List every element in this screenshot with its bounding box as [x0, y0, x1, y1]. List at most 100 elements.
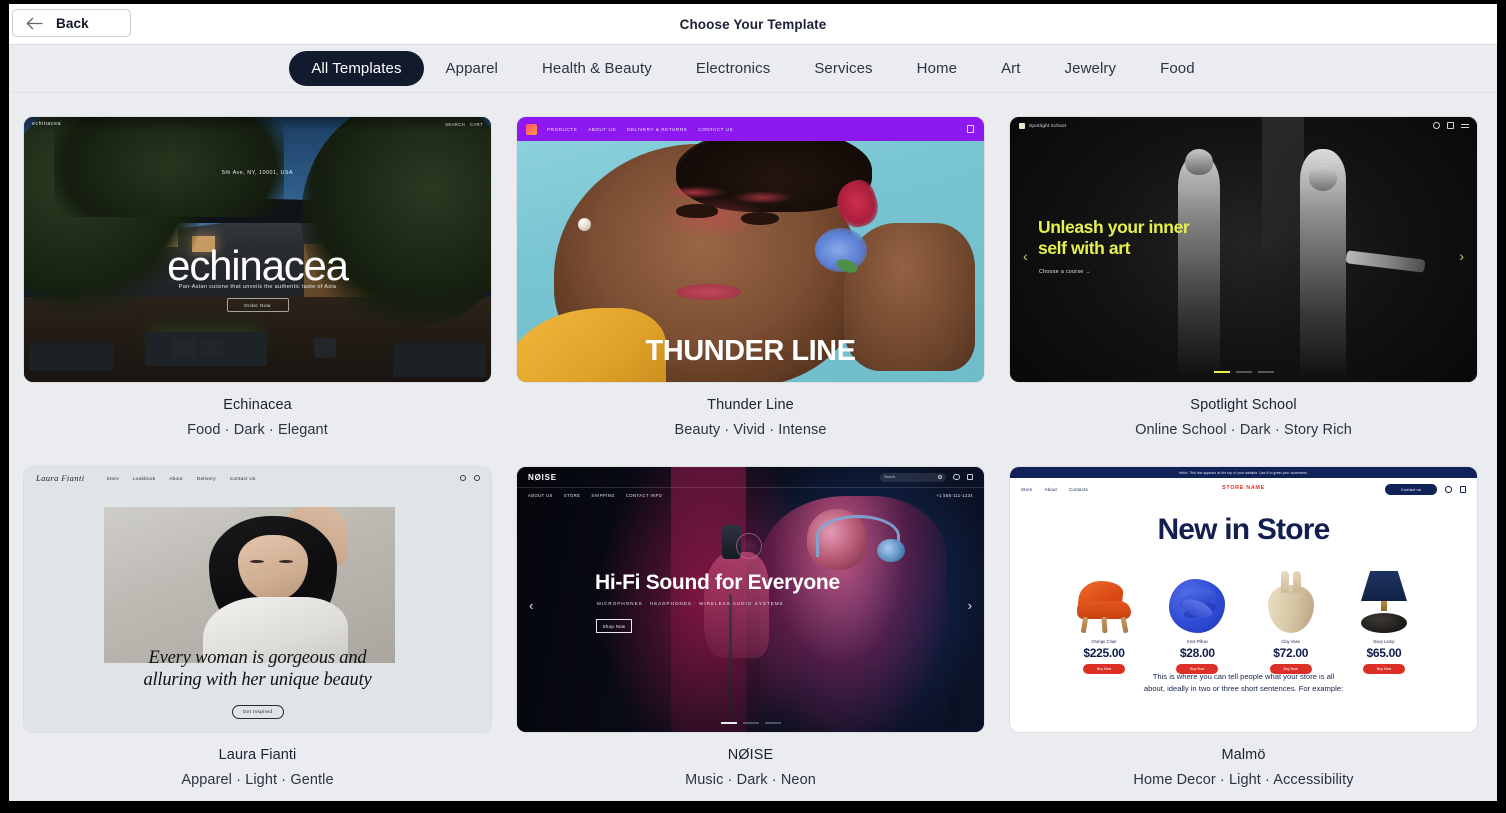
preview-nav-shipping: SHIPPING: [591, 493, 615, 498]
template-preview-malmo[interactable]: Hello! This line appears at the top of y…: [1010, 467, 1477, 732]
preview-search-field: Search: [880, 472, 946, 482]
preview-logo: Spotlight school: [1019, 122, 1067, 129]
carousel-prev-icon: ‹: [1023, 248, 1028, 264]
preview-navbar: Spotlight school: [1010, 117, 1477, 134]
preview-product-card: Navy Lamp $65.00 Buy Now: [1344, 563, 1424, 674]
preview-product-card: Clay Vase $72.00 Buy Now: [1251, 563, 1331, 674]
tab-art[interactable]: Art: [979, 53, 1042, 84]
preview-dancer-head: [1308, 164, 1337, 192]
account-icon: [1433, 122, 1440, 129]
hamburger-menu-icon: [1461, 123, 1469, 128]
preview-logo: Laura Fianti: [36, 473, 85, 483]
carousel-dot: [720, 722, 737, 724]
template-name: Echinacea: [223, 397, 292, 413]
shopping-bag-icon: [966, 473, 973, 481]
preview-cta-button: Shop Now: [596, 619, 632, 633]
tab-health-beauty[interactable]: Health & Beauty: [520, 53, 674, 84]
preview-nav-actions: Contact us: [1385, 484, 1466, 495]
preview-nav-search: SEARCH: [445, 121, 466, 127]
preview-product-name: Clay Vase: [1281, 639, 1301, 644]
template-card-malmo[interactable]: Hello! This line appears at the top of y…: [1010, 467, 1477, 788]
template-card-spotlight-school[interactable]: Spotlight school Unleash your inner self…: [1010, 117, 1477, 438]
account-icon: [953, 473, 960, 481]
preview-navbar: Laura Fianti Store Lookbook About Delive…: [24, 467, 491, 489]
preview-brand-icon: [526, 123, 537, 135]
preview-mic-stand: [729, 594, 732, 717]
preview-navbar: NØISE Search: [517, 467, 984, 487]
preview-product-name: Orange Chair: [1091, 639, 1117, 644]
preview-quote-line-1: Every woman is gorgeous and: [148, 648, 367, 668]
template-grid[interactable]: echinacea SEARCH CART 5th Ave, NY, 10001…: [9, 93, 1497, 801]
template-card-echinacea[interactable]: echinacea SEARCH CART 5th Ave, NY, 10001…: [24, 117, 491, 438]
template-card-noise[interactable]: NØISE Search ABOUT US STORE SHIPPING CON…: [517, 467, 984, 788]
preview-planter: [28, 342, 113, 372]
shopping-bag-icon: [1459, 486, 1466, 493]
carousel-dot: [1213, 371, 1230, 373]
preview-headphone-cup: [876, 538, 905, 563]
preview-eye: [675, 204, 718, 218]
tab-jewelry[interactable]: Jewelry: [1043, 53, 1139, 84]
preview-nav-links: ABOUT US STORE SHIPPING CONTACT INFO: [528, 493, 662, 498]
preview-heading-line-1: Unleash your inner: [1038, 217, 1190, 237]
preview-spotlight-beam: [1262, 117, 1305, 271]
template-name: Spotlight School: [1190, 397, 1297, 413]
category-tabs: All Templates Apparel Health & Beauty El…: [9, 45, 1497, 93]
tab-apparel[interactable]: Apparel: [424, 53, 520, 84]
template-preview-spotlight-school[interactable]: Spotlight school Unleash your inner self…: [1010, 117, 1477, 382]
preview-title: echinacea: [167, 242, 349, 289]
preview-nav-about-us: ABOUT US: [588, 126, 616, 132]
pillow-icon: [1169, 579, 1226, 633]
preview-navbar: echinacea SEARCH CART: [24, 117, 491, 131]
preview-product-name: Knot Pillow: [1186, 639, 1208, 644]
carousel-dots: [720, 722, 781, 724]
template-card-thunder-line[interactable]: PRODUCTS ABOUT US DELIVERY & RETURNS CON…: [517, 117, 984, 438]
preview-logo-label: Spotlight school: [1029, 123, 1067, 128]
template-preview-thunder-line[interactable]: PRODUCTS ABOUT US DELIVERY & RETURNS CON…: [517, 117, 984, 382]
page-title: Choose Your Template: [679, 17, 827, 32]
tab-services[interactable]: Services: [792, 53, 894, 84]
chair-icon: [1073, 575, 1135, 634]
tab-home[interactable]: Home: [895, 53, 979, 84]
preview-product-image: [1344, 563, 1424, 633]
preview-nav-right: SEARCH CART: [445, 122, 483, 127]
preview-nav-icons: [1433, 122, 1469, 129]
preview-product-price: $28.00: [1179, 646, 1215, 660]
preview-heading: New in Store: [1157, 513, 1330, 546]
preview-heading: Unleash your inner self with art: [1038, 217, 1190, 260]
preview-quote: Every woman is gorgeous and alluring wit…: [24, 647, 491, 691]
template-tags: Food · Dark · Elegant: [187, 422, 328, 438]
preview-product-card: Knot Pillow $28.00 Buy Now: [1157, 563, 1237, 674]
preview-nav-contact-info: CONTACT INFO: [625, 493, 663, 498]
preview-nav-icons: [460, 475, 480, 481]
template-preview-noise[interactable]: NØISE Search ABOUT US STORE SHIPPING CON…: [517, 467, 984, 732]
template-tags: Home Decor · Light · Accessibility: [1133, 772, 1354, 788]
template-row: Laura Fianti Store Lookbook About Delive…: [9, 438, 1497, 788]
search-icon: [1445, 486, 1452, 493]
preview-description-line-1: This is where you can tell people what y…: [1152, 672, 1335, 681]
preview-nav-delivery-returns: DELIVERY & RETURNS: [627, 126, 688, 132]
preview-nav-contact-us: CONTACT US: [698, 126, 734, 132]
template-name: Malmö: [1221, 747, 1266, 763]
book-icon: [1019, 122, 1025, 129]
template-preview-laura-fianti[interactable]: Laura Fianti Store Lookbook About Delive…: [24, 467, 491, 732]
template-preview-echinacea[interactable]: echinacea SEARCH CART 5th Ave, NY, 10001…: [24, 117, 491, 382]
template-card-laura-fianti[interactable]: Laura Fianti Store Lookbook About Delive…: [24, 467, 491, 788]
tab-electronics[interactable]: Electronics: [674, 53, 792, 84]
vase-icon: [1267, 571, 1314, 633]
preview-makeup-eyeshadow: [661, 185, 728, 200]
preview-nav-contact-us: Contact Us: [229, 475, 256, 481]
preview-quote-line-2: alluring with her unique beauty: [143, 670, 372, 691]
carousel-dots: [1213, 371, 1274, 373]
preview-subtitle: Pan-Asian cuisine that unveils the authe…: [178, 284, 337, 290]
preview-makeup-eyeshadow: [731, 191, 793, 205]
preview-nav-lookbook: Lookbook: [132, 475, 156, 481]
preview-title: THUNDER LINE: [645, 335, 856, 367]
template-tags: Apparel · Light · Gentle: [181, 772, 334, 788]
preview-product-price: $225.00: [1083, 646, 1125, 660]
template-tags: Online School · Dark · Story Rich: [1135, 422, 1352, 438]
preview-dancer: [1178, 154, 1221, 382]
preview-product-image: [1064, 563, 1144, 634]
tab-all-templates[interactable]: All Templates: [289, 51, 424, 86]
app-viewport: Back Choose Your Template All Templates …: [9, 4, 1497, 801]
tab-food[interactable]: Food: [1138, 53, 1217, 84]
